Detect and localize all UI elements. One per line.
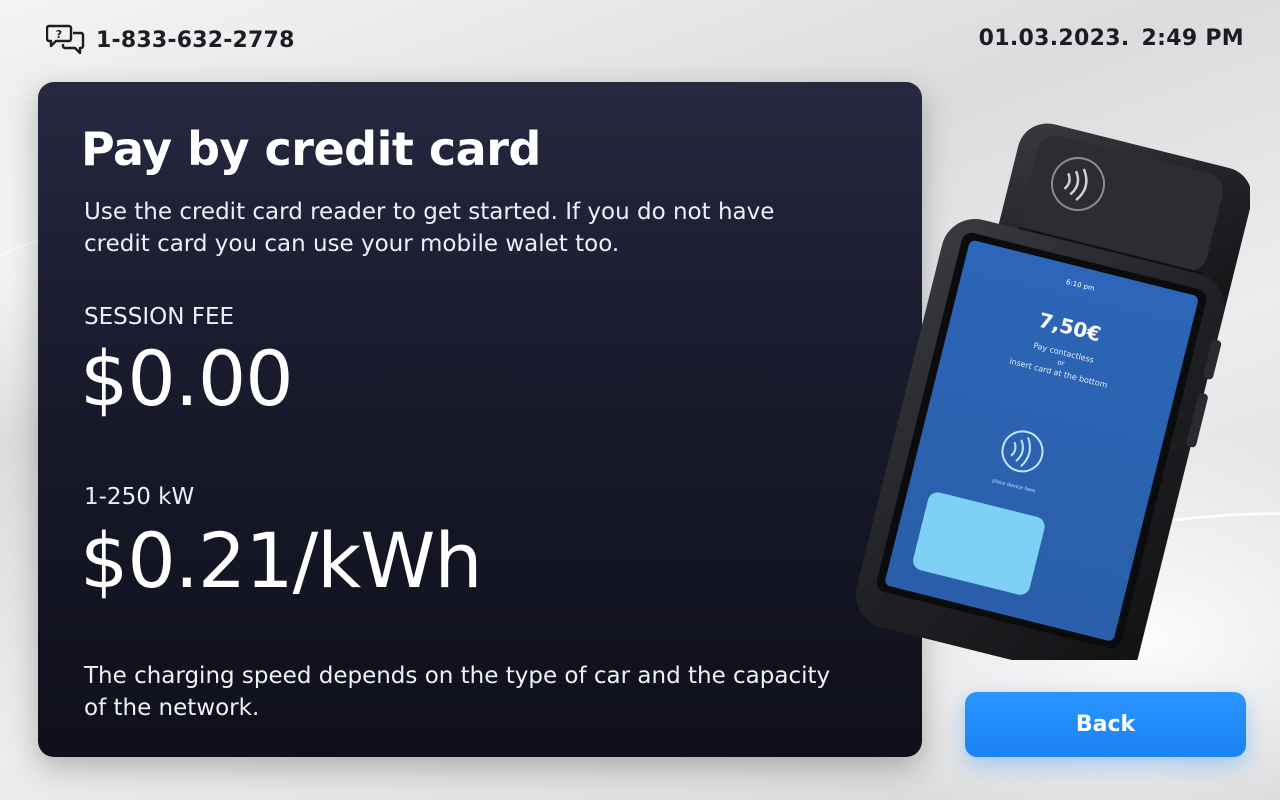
card-terminal-illustration: 6:10 pm 7,50€ Pay contactless or insert … <box>840 120 1252 683</box>
session-fee-label: SESSION FEE <box>84 304 235 330</box>
charging-speed-note: The charging speed depends on the type o… <box>84 663 831 721</box>
power-range-label: 1-250 kW <box>84 484 195 510</box>
chat-help-icon: ? <box>46 24 85 55</box>
card-terminal-image: 6:10 pm 7,50€ Pay contactless or insert … <box>855 123 1252 683</box>
svg-text:?: ? <box>56 28 62 41</box>
date-time: 01.03.2023. 2:49 PM <box>979 26 1244 51</box>
energy-rate-value: $0.21/kWh <box>80 516 483 605</box>
payment-info-panel: Pay by credit card Use the credit card r… <box>38 82 922 757</box>
support-phone-number: 1-833-632-2778 <box>96 27 295 53</box>
payment-instructions: Use the credit card reader to get starte… <box>84 199 775 257</box>
support-contact[interactable]: ? 1-833-632-2778 <box>46 22 295 58</box>
page-title: Pay by credit card <box>81 122 541 176</box>
session-fee-value: $0.00 <box>80 334 294 423</box>
current-date: 01.03.2023. <box>978 26 1130 51</box>
back-button[interactable]: Back <box>965 692 1246 757</box>
current-time: 2:49 PM <box>1141 26 1244 51</box>
